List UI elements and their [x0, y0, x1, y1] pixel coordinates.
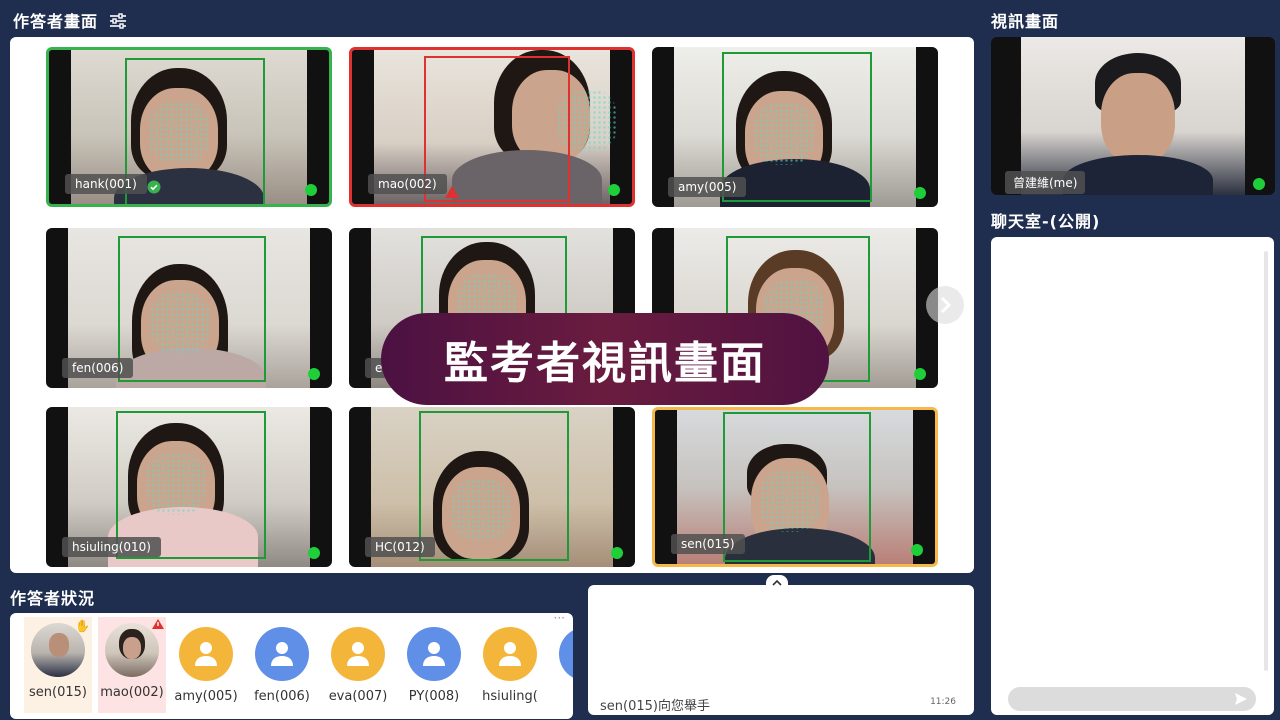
- candidate-name: amy(005): [174, 689, 238, 704]
- hand-icon: ✋: [75, 619, 90, 633]
- avatar: [255, 627, 309, 681]
- candidate-name: fen(006): [254, 689, 310, 704]
- online-dot: [1253, 178, 1265, 190]
- video-tile[interactable]: hsiuling(010): [46, 407, 332, 567]
- avatar: [559, 627, 573, 681]
- person-icon: [271, 642, 293, 666]
- face-detect-box: [419, 411, 569, 561]
- collapse-button[interactable]: [766, 575, 788, 591]
- participant-name: hsiuling(010): [62, 537, 161, 557]
- candidate-name: eva(007): [328, 689, 388, 704]
- person-icon: [499, 642, 521, 666]
- sliders-icon[interactable]: [109, 13, 127, 29]
- candidate-card[interactable]: mao(002): [98, 617, 166, 713]
- candidate-name: mao(002): [100, 685, 164, 700]
- face-detect-box: [723, 412, 871, 562]
- participant-name: hank(001): [65, 174, 147, 194]
- chat-scrollbar[interactable]: [1264, 251, 1268, 671]
- answerers-view-title-text: 作答者畫面: [13, 12, 99, 31]
- online-dot: [914, 187, 926, 199]
- video-tile[interactable]: hank(001): [46, 47, 332, 207]
- candidate-card[interactable]: hsiuling(: [476, 621, 544, 704]
- candidate-name: hsiuling(: [482, 689, 538, 704]
- notification-panel: sen(015)向您舉手 11:26: [588, 585, 974, 715]
- chat-panel: [991, 237, 1274, 715]
- candidate-card[interactable]: [552, 621, 573, 689]
- online-dot: [308, 547, 320, 559]
- candidate-name: sen(015): [29, 685, 87, 700]
- status-strip-panel: ··· ✋ sen(015) mao(002) amy(005) fen(006…: [10, 613, 573, 719]
- candidate-card[interactable]: fen(006): [248, 621, 316, 704]
- online-dot: [914, 368, 926, 380]
- participant-name: amy(005): [668, 177, 747, 197]
- chat-input[interactable]: [1008, 687, 1256, 711]
- avatar: [179, 627, 233, 681]
- participant-face: [1101, 73, 1175, 165]
- warning-icon: [445, 186, 459, 198]
- avatar: [483, 627, 537, 681]
- video-tile[interactable]: fen(006): [46, 228, 332, 388]
- avatar: [331, 627, 385, 681]
- candidate-name: PY(008): [408, 689, 460, 704]
- person-icon: [195, 642, 217, 666]
- video-view-title: 視訊畫面: [991, 12, 1060, 31]
- notification-time: 11:26: [930, 697, 956, 707]
- warning-icon: [152, 619, 164, 629]
- video-tile[interactable]: amy(005): [652, 47, 938, 207]
- candidate-card[interactable]: amy(005): [172, 621, 240, 704]
- face-detect-box: [118, 236, 266, 382]
- candidate-card[interactable]: eva(007): [324, 621, 392, 704]
- candidate-card[interactable]: ✋ sen(015): [24, 617, 92, 713]
- person-icon: [347, 642, 369, 666]
- participant-name: fen(006): [62, 358, 134, 378]
- participant-name: HC(012): [365, 537, 435, 557]
- video-tile[interactable]: sen(015): [652, 407, 938, 567]
- person-icon: [423, 642, 445, 666]
- chevron-up-icon: [772, 579, 782, 586]
- online-dot: [608, 184, 620, 196]
- participant-name: sen(015): [671, 534, 745, 554]
- online-dot: [611, 547, 623, 559]
- online-dot: [308, 368, 320, 380]
- answerers-view-title: 作答者畫面: [13, 8, 127, 32]
- avatar: [105, 623, 159, 677]
- invigilator-video-banner: 監考者視訊畫面: [381, 313, 829, 405]
- participant-name: mao(002): [368, 174, 447, 194]
- self-video[interactable]: 曾建維(me): [991, 37, 1275, 195]
- status-strip-title: 作答者狀況: [10, 589, 96, 608]
- chat-title: 聊天室-(公開): [991, 212, 1101, 231]
- notification-message: sen(015)向您舉手: [600, 699, 710, 714]
- next-page-button[interactable]: [926, 286, 964, 324]
- send-icon[interactable]: [1234, 692, 1248, 706]
- check-circle-icon: [147, 180, 161, 194]
- online-dot: [911, 544, 923, 556]
- chevron-right-icon: [940, 296, 952, 314]
- video-tile[interactable]: HC(012): [349, 407, 635, 567]
- video-tile[interactable]: mao(002): [349, 47, 635, 207]
- candidate-card[interactable]: PY(008): [400, 621, 468, 704]
- online-dot: [305, 184, 317, 196]
- avatar: [407, 627, 461, 681]
- self-name: 曾建維(me): [1005, 171, 1086, 194]
